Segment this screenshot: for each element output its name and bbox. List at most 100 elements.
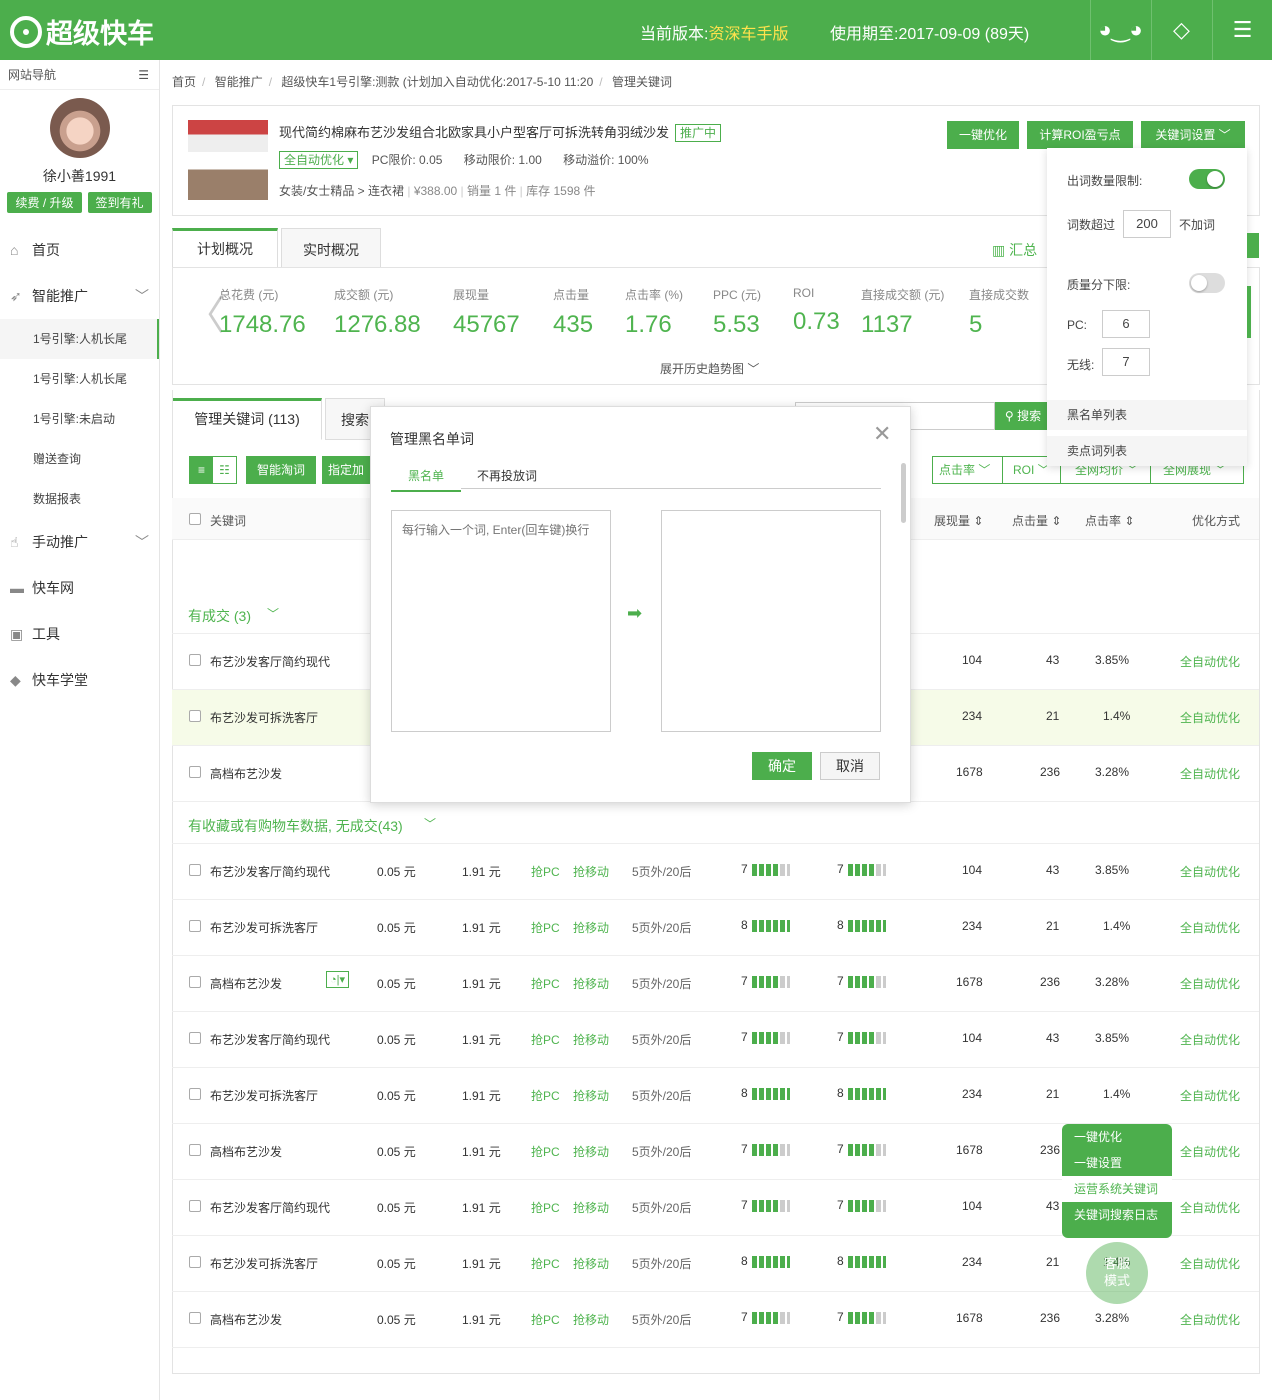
grab-pc-link[interactable]: 抢PC [531,1087,560,1104]
header-ctr[interactable]: 点击率 ⇕ [1085,512,1134,529]
sidebar-item-smart[interactable]: ➶ 智能推广 ﹀ [0,273,159,319]
grab-pc-link[interactable]: 抢PC [531,1255,560,1272]
expand-trend-link[interactable]: 展开历史趋势图 ﹀ [660,360,759,377]
cancel-button[interactable]: 取消 [820,752,880,780]
sidebar-item-home[interactable]: ⌂ 首页 [0,227,159,273]
grab-pc-link[interactable]: 抢PC [531,919,560,936]
modal-scrollbar[interactable] [901,463,906,523]
grab-pc-link[interactable]: 抢PC [531,1199,560,1216]
row-checkbox[interactable] [189,976,201,988]
sidebar-item-manual[interactable]: ☝ 手动推广 ﹀ [0,519,159,565]
tab-realtime-overview[interactable]: 实时概况 [281,228,381,268]
row-checkbox[interactable] [189,1088,201,1100]
sidebar-item-tools[interactable]: ▣ 工具 [0,611,159,657]
chart-dropdown-icon[interactable]: ◔|▾ [326,971,350,988]
header-impressions[interactable]: 展现量 ⇕ [934,512,983,529]
close-icon[interactable]: ✕ [873,421,891,447]
one-click-optimize-button[interactable]: 一键优化 [947,121,1019,149]
opt-mode-link[interactable]: 全自动优化 [1180,1087,1240,1104]
table-row[interactable]: 布艺沙发可拆洗客厅 0.05 元 1.91 元 抢PC 抢移动 5页外/20后 8 8 234 2… [172,900,1259,956]
opt-mode-link[interactable]: 全自动优化 [1180,1143,1240,1160]
breadcrumb-smart[interactable]: 智能推广 [215,75,263,89]
limit-toggle[interactable] [1189,169,1225,189]
row-checkbox[interactable] [189,1256,201,1268]
opt-mode-link[interactable]: 全自动优化 [1180,1199,1240,1216]
collapse-icon[interactable]: ☰ [138,60,149,90]
row-checkbox[interactable] [189,1312,201,1324]
grab-mobile-link[interactable]: 抢移动 [573,1199,609,1216]
grab-mobile-link[interactable]: 抢移动 [573,919,609,936]
select-all-checkbox[interactable] [189,513,201,525]
sidebar-item-kuaiche[interactable]: ▬ 快车网 [0,565,159,611]
sidebar-item-academy[interactable]: ◆ 快车学堂 [0,657,159,703]
confirm-button[interactable]: 确定 [752,752,812,780]
tab-blacklist[interactable]: 黑名单 [391,467,461,492]
grab-mobile-link[interactable]: 抢移动 [573,1143,609,1160]
row-checkbox[interactable] [189,710,201,722]
float-one-click-settings[interactable]: 一键设置 [1062,1150,1172,1176]
grab-mobile-link[interactable]: 抢移动 [573,1255,609,1272]
row-checkbox[interactable] [189,1144,201,1156]
app-logo[interactable]: 超级快车 [10,12,154,51]
opt-mode-link[interactable]: 全自动优化 [1180,863,1240,880]
opt-mode-link[interactable]: 全自动优化 [1180,1255,1240,1272]
row-checkbox[interactable] [189,920,201,932]
opt-mode-link[interactable]: 全自动优化 [1180,1311,1240,1328]
grab-pc-link[interactable]: 抢PC [531,975,560,992]
float-search-log[interactable]: 关键词搜索日志 [1062,1202,1172,1228]
group-header-favorites[interactable]: 有收藏或有购物车数据, 无成交(43) ﹀ [172,802,1259,844]
float-one-click-optimize[interactable]: 一键优化 [1062,1124,1172,1150]
row-checkbox[interactable] [189,766,201,778]
sidebar-subitem-engine-1[interactable]: 1号引擎:人机长尾 [0,319,159,359]
float-system-keywords[interactable]: 运营系统关键词 [1062,1176,1172,1202]
arrow-right-icon[interactable]: ➡ [627,603,642,624]
row-checkbox[interactable] [189,654,201,666]
row-checkbox[interactable] [189,1200,201,1212]
blacklist-input[interactable] [391,510,611,732]
hamburger-menu-icon[interactable]: ☰ [1212,0,1272,60]
grab-pc-link[interactable]: 抢PC [531,863,560,880]
diamond-cloud-icon[interactable]: ◇ [1151,0,1211,60]
grab-pc-link[interactable]: 抢PC [531,1311,560,1328]
opt-mode-link[interactable]: 全自动优化 [1180,919,1240,936]
sidebar-subitem-gift[interactable]: 赠送查询 [0,439,159,479]
grab-mobile-link[interactable]: 抢移动 [573,1087,609,1104]
grab-mobile-link[interactable]: 抢移动 [573,1311,609,1328]
sidebar-subitem-engine-3[interactable]: 1号引擎:未启动 [0,399,159,439]
selling-words-link[interactable]: 卖点词列表 [1047,436,1247,466]
summary-toggle[interactable]: ▥ 汇总 [992,240,1037,260]
blacklist-link[interactable]: 黑名单列表 [1047,400,1247,430]
table-row[interactable]: 布艺沙发客厅简约现代 0.05 元 1.91 元 抢PC 抢移动 5页外/20后 7 7 104… [172,844,1259,900]
opt-mode-link[interactable]: 全自动优化 [1180,1031,1240,1048]
header-clicks[interactable]: 点击量 ⇕ [1012,512,1061,529]
grab-pc-link[interactable]: 抢PC [531,1031,560,1048]
opt-mode-link[interactable]: 全自动优化 [1180,765,1240,782]
quality-toggle[interactable] [1189,273,1225,293]
table-row[interactable]: 布艺沙发可拆洗客厅 0.05 元 1.91 元 抢PC 抢移动 5页外/20后 8 8 234 2… [172,1068,1259,1124]
grab-mobile-link[interactable]: 抢移动 [573,975,609,992]
sidebar-subitem-report[interactable]: 数据报表 [0,479,159,519]
grab-mobile-link[interactable]: 抢移动 [573,1031,609,1048]
grab-mobile-link[interactable]: 抢移动 [573,863,609,880]
mascot-icon[interactable]: ◕‿◕ [1090,0,1150,60]
product-image[interactable] [188,120,268,200]
tab-no-bid[interactable]: 不再投放词 [477,467,537,484]
pc-quality-input[interactable]: 6 [1102,310,1150,338]
row-checkbox[interactable] [189,1032,201,1044]
table-row[interactable]: 高档布艺沙发 ◔|▾ 0.05 元 1.91 元 抢PC 抢移动 5页外/20后 7 7 1678… [172,956,1259,1012]
breadcrumb-plan[interactable]: 超级快车1号引擎:测款 (计划加入自动优化:2017-5-10 11:20 [281,75,593,89]
sidebar-subitem-engine-2[interactable]: 1号引擎:人机长尾 [0,359,159,399]
breadcrumb-home[interactable]: 首页 [172,75,196,89]
tab-plan-overview[interactable]: 计划概况 [172,228,278,268]
renew-button[interactable]: 续费 / 升级 [7,192,82,213]
table-row[interactable]: 布艺沙发客厅简约现代 0.05 元 1.91 元 抢PC 抢移动 5页外/20后 7 7 104… [172,1012,1259,1068]
word-limit-input[interactable]: 200 [1123,210,1171,238]
avatar[interactable] [49,98,110,158]
wireless-quality-input[interactable]: 7 [1102,348,1150,376]
opt-mode-link[interactable]: 全自动优化 [1180,975,1240,992]
row-checkbox[interactable] [189,864,201,876]
table-row[interactable]: 高档布艺沙发 0.05 元 1.91 元 抢PC 抢移动 5页外/20后 7 7 1678 236… [172,1292,1259,1348]
opt-mode-link[interactable]: 全自动优化 [1180,709,1240,726]
opt-mode-link[interactable]: 全自动优化 [1180,653,1240,670]
product-title[interactable]: 现代简约棉麻布艺沙发组合北欧家具小户型客厅可拆洗转角羽绒沙发 [279,125,669,140]
